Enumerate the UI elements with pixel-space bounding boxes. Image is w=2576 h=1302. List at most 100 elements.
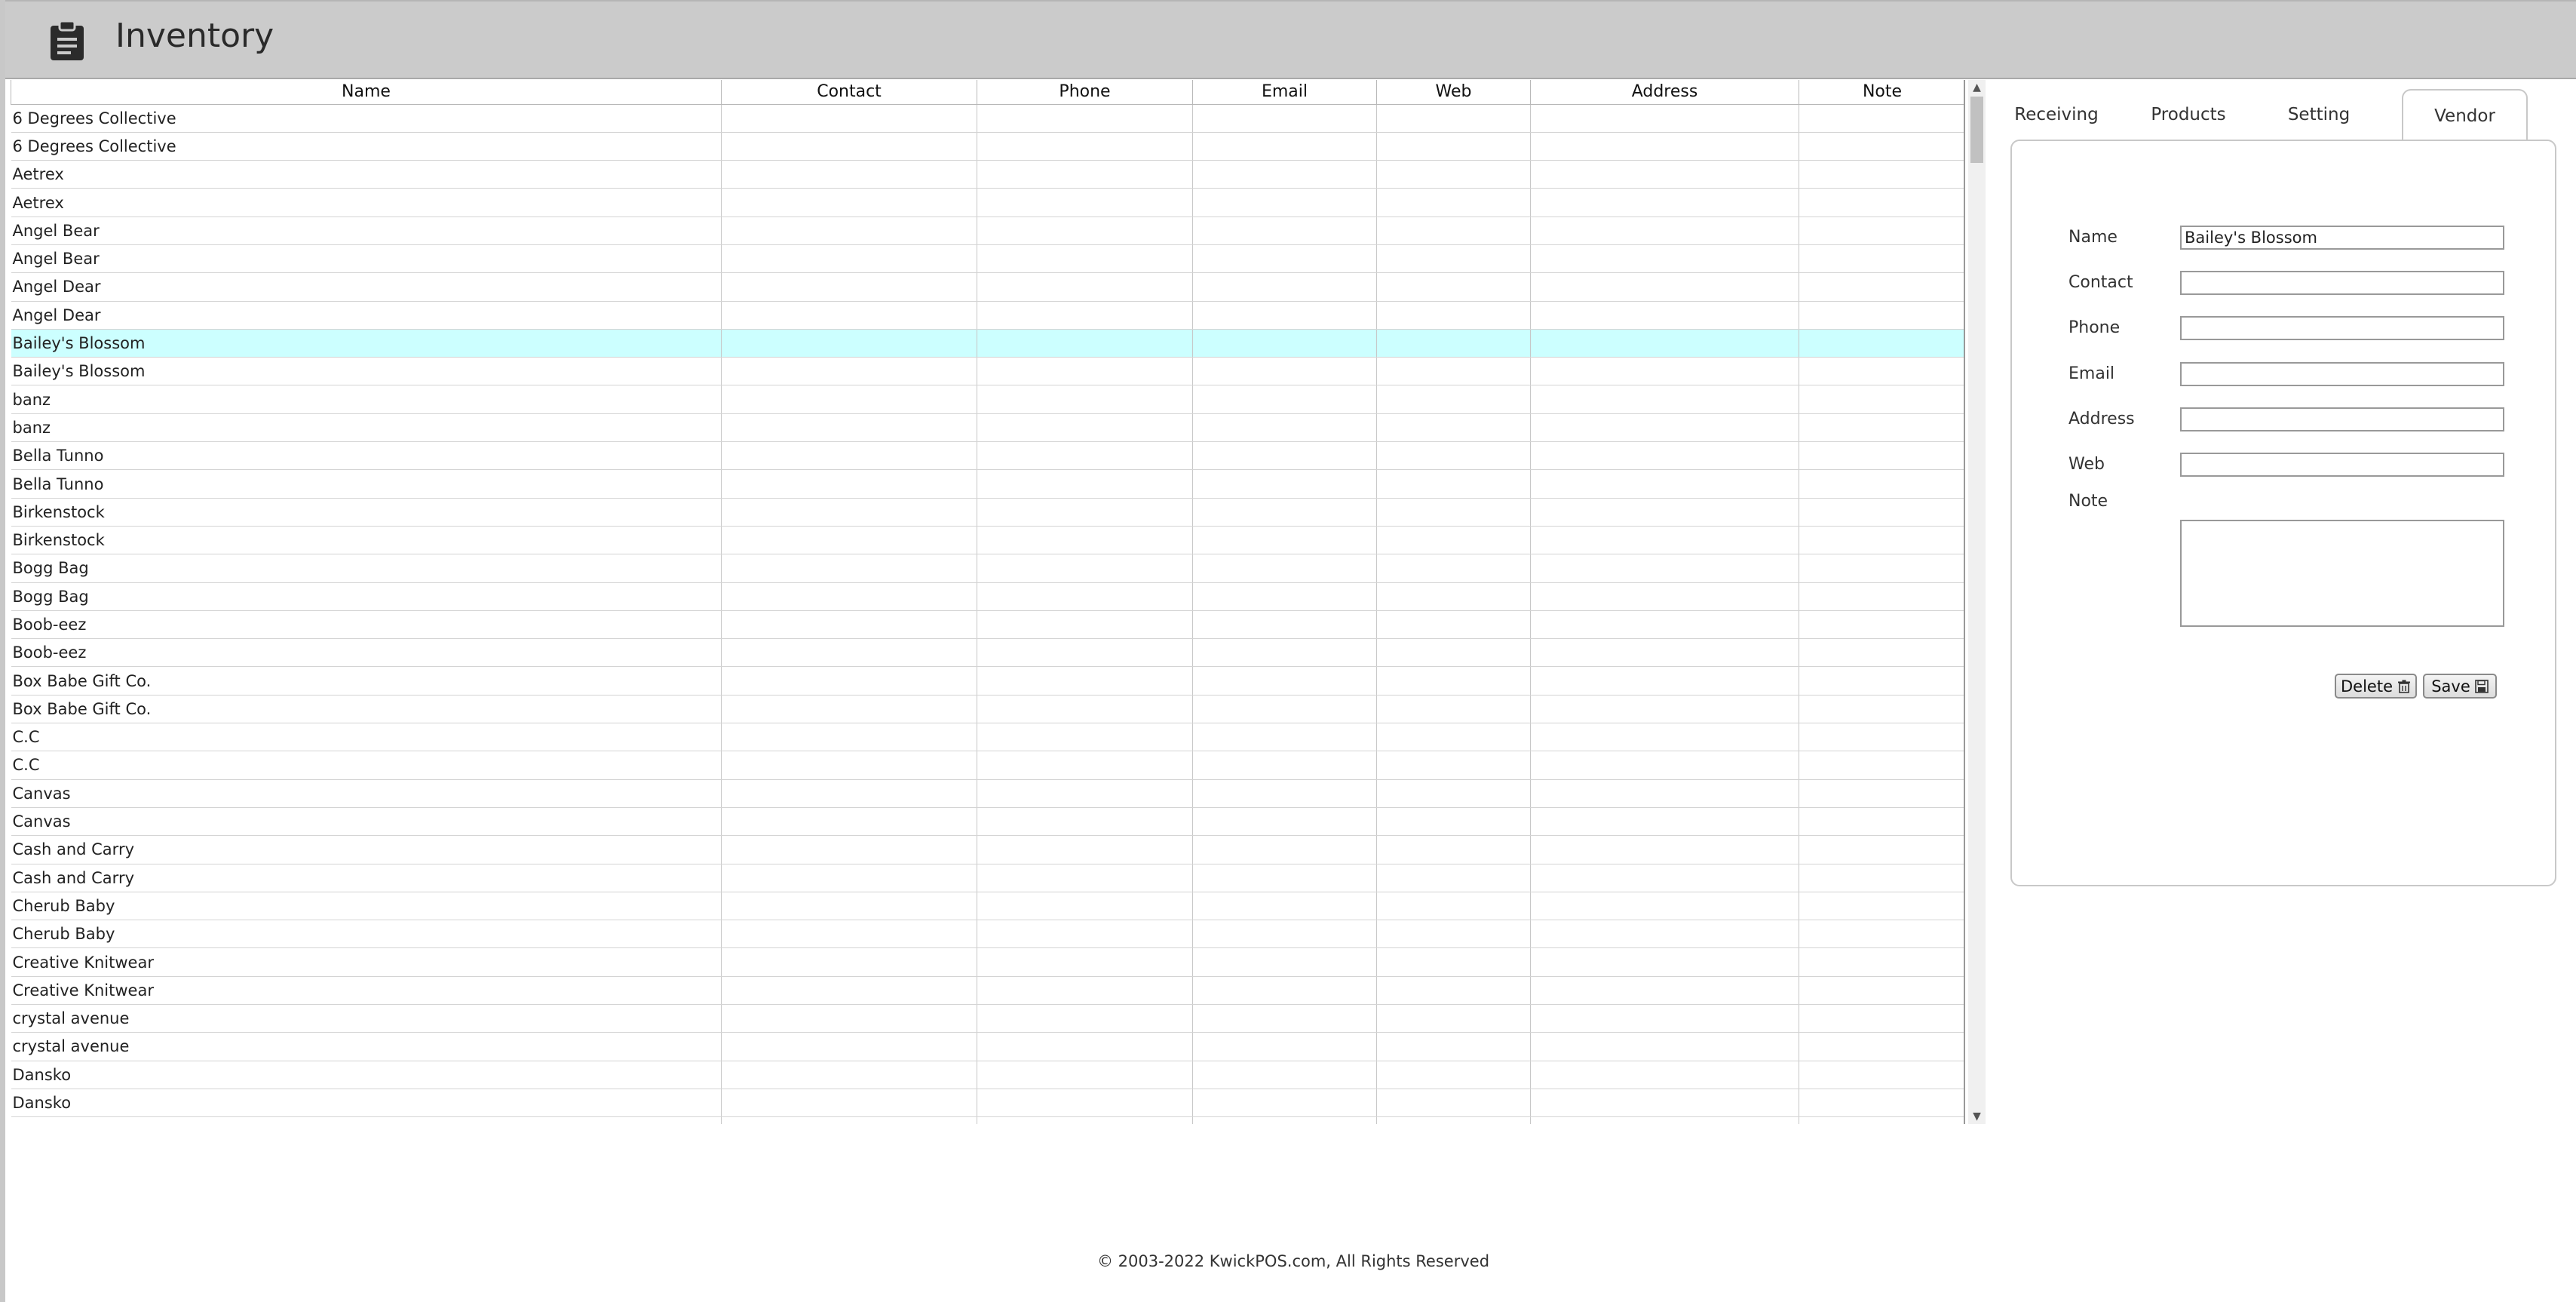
cell-email	[1192, 132, 1377, 161]
grid-scrollbar[interactable]: ▲ ▼	[1968, 80, 1986, 1124]
table-row[interactable]: Angel Dear	[11, 301, 1964, 330]
table-row[interactable]: Cash and Carry	[11, 864, 1964, 892]
table-row[interactable]: crystal avenue	[11, 1004, 1964, 1033]
phone-input[interactable]	[2180, 316, 2504, 340]
cell-name: Dansko	[11, 1061, 722, 1089]
cell-note	[1799, 920, 1964, 949]
table-row[interactable]: Bailey's Blossom	[11, 357, 1964, 386]
cell-contact	[721, 526, 977, 555]
table-row[interactable]: Box Babe Gift Co.	[11, 695, 1964, 724]
table-row[interactable]: Bella Tunno	[11, 469, 1964, 499]
column-header-web[interactable]: Web	[1376, 80, 1531, 105]
cell-name: Cherub Baby	[11, 892, 722, 921]
table-row[interactable]: Canvas	[11, 779, 1964, 808]
scrollbar-thumb[interactable]	[1970, 97, 1983, 163]
scroll-down-arrow-icon[interactable]: ▼	[1968, 1109, 1986, 1124]
cell-note	[1799, 188, 1964, 217]
table-row[interactable]: C.C	[11, 723, 1964, 752]
cell-web	[1376, 244, 1531, 274]
table-row[interactable]: 6 Degrees Collective	[11, 104, 1964, 133]
table-row[interactable]: Bogg Bag	[11, 582, 1964, 611]
table-row[interactable]: Angel Bear	[11, 244, 1964, 274]
cell-web	[1376, 329, 1531, 358]
contact-input[interactable]	[2180, 271, 2504, 295]
cell-address	[1530, 666, 1799, 696]
cell-name: crystal avenue	[11, 1032, 722, 1061]
table-row[interactable]: Creative Knitwear	[11, 947, 1964, 977]
cell-note	[1799, 1089, 1964, 1118]
table-row[interactable]: Boob-eez	[11, 610, 1964, 640]
vendor-grid[interactable]: Name Contact Phone Email Web Address Not…	[11, 80, 1965, 1124]
column-header-phone[interactable]: Phone	[977, 80, 1193, 105]
cell-name: Dansko	[11, 1089, 722, 1118]
table-row[interactable]: Cherub Baby	[11, 920, 1964, 949]
table-row[interactable]: Creative Knitwear	[11, 976, 1964, 1006]
column-header-address[interactable]: Address	[1530, 80, 1799, 105]
cell-email	[1192, 441, 1377, 471]
save-button[interactable]: Save	[2423, 674, 2497, 699]
table-row[interactable]: Box Babe Gift Co.	[11, 666, 1964, 696]
table-row[interactable]: Cherub Baby	[11, 892, 1964, 921]
table-row[interactable]: Dansko	[11, 1089, 1964, 1118]
table-row[interactable]: Canvas	[11, 807, 1964, 837]
column-header-name[interactable]: Name	[11, 80, 722, 105]
cell-contact	[721, 272, 977, 302]
cell-contact	[721, 244, 977, 274]
cell-web	[1376, 1004, 1531, 1033]
table-row[interactable]: 6 Degrees Collective	[11, 132, 1964, 161]
delete-button[interactable]: Delete	[2335, 674, 2417, 699]
cell-phone	[977, 976, 1193, 1006]
cell-phone	[977, 1061, 1193, 1089]
cell-web	[1376, 216, 1531, 245]
table-row[interactable]: Bailey's Blossom	[11, 329, 1964, 358]
table-row[interactable]: Angel Dear	[11, 272, 1964, 302]
table-row[interactable]: Bogg Bag	[11, 554, 1964, 583]
tab-products[interactable]: Products	[2124, 89, 2252, 140]
name-input[interactable]	[2180, 226, 2504, 250]
cell-phone	[977, 441, 1193, 471]
table-row[interactable]: Birkenstock	[11, 526, 1964, 555]
cell-address	[1530, 357, 1799, 386]
cell-note	[1799, 301, 1964, 330]
web-input[interactable]	[2180, 453, 2504, 477]
column-header-contact[interactable]: Contact	[721, 80, 977, 105]
column-header-note[interactable]: Note	[1799, 80, 1964, 105]
cell-phone	[977, 807, 1193, 837]
tab-receiving[interactable]: Receiving	[1996, 89, 2117, 140]
table-row[interactable]: Angel Bear	[11, 216, 1964, 245]
table-row[interactable]: Cash and Carry	[11, 835, 1964, 864]
table-row[interactable]: banz	[11, 385, 1964, 414]
table-row[interactable]: Bella Tunno	[11, 441, 1964, 471]
cell-name: C.C	[11, 751, 722, 780]
cell-phone	[977, 160, 1193, 189]
vendor-table: Name Contact Phone Email Web Address Not…	[11, 80, 1964, 1124]
address-input[interactable]	[2180, 407, 2504, 431]
table-row[interactable]	[11, 1116, 1964, 1124]
cell-contact	[721, 610, 977, 640]
scroll-up-arrow-icon[interactable]: ▲	[1968, 80, 1986, 95]
cell-email	[1192, 1089, 1377, 1118]
table-row[interactable]: Aetrex	[11, 188, 1964, 217]
cell-contact	[721, 638, 977, 668]
column-header-email[interactable]: Email	[1192, 80, 1377, 105]
cell-address	[1530, 385, 1799, 414]
tab-setting[interactable]: Setting	[2259, 89, 2379, 140]
cell-note	[1799, 610, 1964, 640]
cell-note	[1799, 132, 1964, 161]
table-row[interactable]: C.C	[11, 751, 1964, 780]
table-header-row: Name Contact Phone Email Web Address Not…	[11, 80, 1964, 105]
cell-email	[1192, 751, 1377, 780]
table-row[interactable]: Birkenstock	[11, 498, 1964, 527]
note-textarea[interactable]	[2180, 520, 2504, 627]
table-row[interactable]: Dansko	[11, 1061, 1964, 1089]
cell-address	[1530, 779, 1799, 808]
tab-vendor[interactable]: Vendor	[2402, 89, 2528, 140]
table-row[interactable]: Boob-eez	[11, 638, 1964, 668]
cell-phone	[977, 864, 1193, 892]
cell-note	[1799, 835, 1964, 864]
table-row[interactable]: banz	[11, 413, 1964, 443]
table-row[interactable]: crystal avenue	[11, 1032, 1964, 1061]
cell-address	[1530, 469, 1799, 499]
email-input[interactable]	[2180, 362, 2504, 386]
table-row[interactable]: Aetrex	[11, 160, 1964, 189]
